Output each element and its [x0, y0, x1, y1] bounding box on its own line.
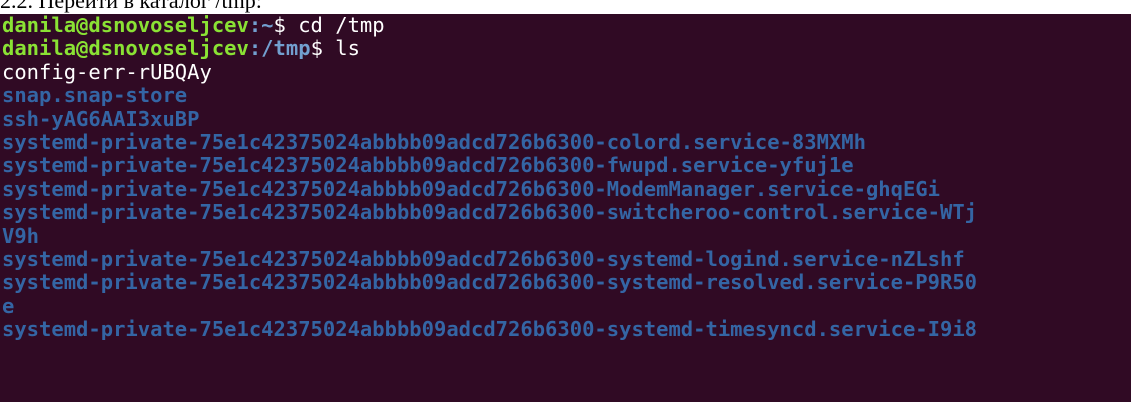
ls-entry-file: config-err-rUBQAy	[2, 59, 212, 84]
terminal-window[interactable]: danila@dsnovoseljcev:~$ cd /tmp danila@d…	[0, 14, 1131, 402]
caption-text: 2.2. Перейти в каталог /tmp:	[0, 0, 262, 13]
ls-entry-directory: systemd-private-75e1c42375024abbbb09adcd…	[2, 246, 965, 271]
ls-entry-directory: snap.snap-store	[2, 83, 188, 108]
document-caption: 2.2. Перейти в каталог /tmp:	[0, 0, 1131, 14]
ls-entry-directory: V9h	[2, 223, 40, 248]
command-output: config-err-rUBQAy snap.snap-store ssh-yAG6…	[0, 59, 1131, 342]
ls-entry-directory: e	[2, 293, 15, 318]
prompt-path: :~	[248, 14, 274, 37]
ls-entry-directory: systemd-private-75e1c42375024abbbb09adcd…	[2, 153, 854, 178]
prompt-symbol: $	[310, 36, 336, 61]
prompt-user-host: danila@dsnovoseljcev	[2, 14, 249, 37]
prompt-user-host: danila@dsnovoseljcev	[2, 36, 249, 61]
command-text: cd /tmp	[298, 14, 385, 37]
ls-entry-directory: systemd-private-75e1c42375024abbbb09adcd…	[2, 129, 866, 154]
prompt-path: :/tmp	[248, 36, 311, 61]
prompt-line: danila@dsnovoseljcev:/tmp$ ls	[0, 37, 1131, 60]
ls-entry-directory: systemd-private-75e1c42375024abbbb09adcd…	[2, 270, 978, 295]
ls-entry-directory: systemd-private-75e1c42375024abbbb09adcd…	[2, 176, 940, 201]
prompt-line: danila@dsnovoseljcev:~$ cd /tmp	[0, 14, 1131, 37]
ls-entry-directory: systemd-private-75e1c42375024abbbb09adcd…	[2, 317, 978, 342]
prompt-symbol: $	[273, 14, 299, 37]
ls-entry-directory: ssh-yAG6AAI3xuBP	[2, 106, 200, 131]
command-text: ls	[335, 36, 360, 61]
ls-entry-directory: systemd-private-75e1c42375024abbbb09adcd…	[2, 200, 978, 225]
